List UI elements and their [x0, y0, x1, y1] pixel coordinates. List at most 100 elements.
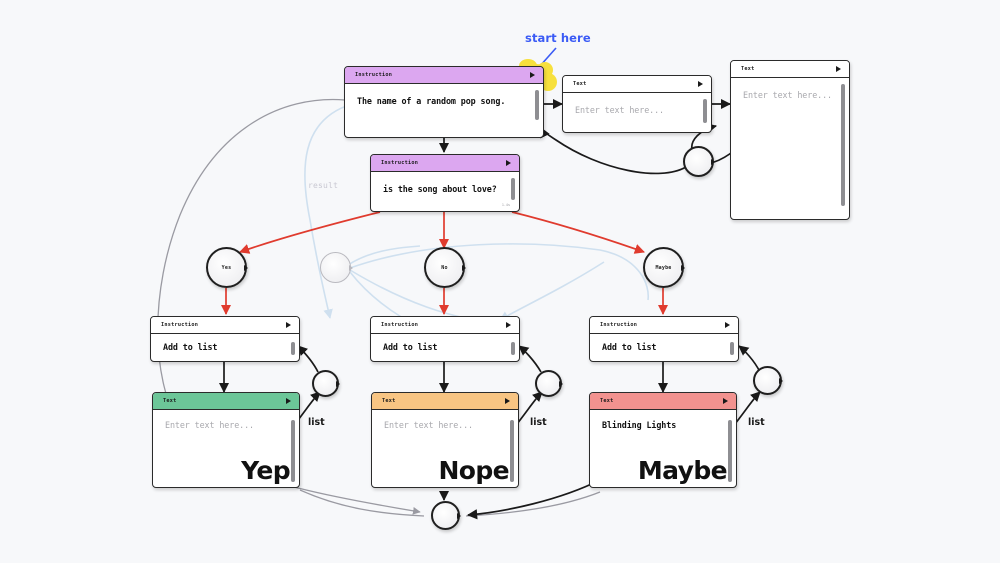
- node-instruction-add-yes[interactable]: Instruction Add to list: [150, 316, 300, 362]
- node-content: Blinding Lights: [602, 420, 677, 430]
- circle-node-bottom[interactable]: [431, 501, 461, 530]
- node-body[interactable]: is the song about love? 1.4s: [371, 172, 519, 210]
- circle-node-loop[interactable]: [683, 146, 715, 177]
- node-text-tall-right[interactable]: Text Enter text here...: [730, 60, 850, 220]
- node-type-label: Instruction: [161, 322, 199, 328]
- run-icon[interactable]: [286, 398, 291, 404]
- node-header[interactable]: Instruction: [590, 317, 738, 334]
- scrollbar[interactable]: [291, 420, 295, 482]
- scrollbar[interactable]: [730, 342, 734, 355]
- node-header[interactable]: Text: [590, 393, 736, 410]
- node-header[interactable]: Instruction: [151, 317, 299, 334]
- run-icon[interactable]: [506, 160, 511, 166]
- run-icon[interactable]: [723, 398, 728, 404]
- node-type-label: Instruction: [381, 322, 419, 328]
- node-instruction-song[interactable]: Instruction The name of a random pop son…: [344, 66, 544, 138]
- output-port-icon[interactable]: [779, 377, 783, 384]
- node-header[interactable]: Text: [153, 393, 299, 410]
- circle-node-yes[interactable]: Yes: [206, 247, 248, 288]
- node-header[interactable]: Text: [731, 61, 849, 78]
- run-icon[interactable]: [725, 322, 730, 328]
- circle-label: Maybe: [655, 264, 672, 271]
- node-body[interactable]: Add to list: [590, 334, 738, 360]
- output-port-icon[interactable]: [711, 158, 715, 165]
- circle-node-maybe[interactable]: Maybe: [643, 247, 685, 288]
- run-icon[interactable]: [698, 81, 703, 87]
- annotation-list-maybe: list: [748, 417, 765, 428]
- node-type-label: Text: [163, 398, 177, 404]
- node-instruction-add-no[interactable]: Instruction Add to list: [370, 316, 520, 362]
- node-timing-label: 1.4s: [501, 203, 510, 207]
- node-body[interactable]: The name of a random pop song.: [345, 84, 543, 136]
- node-header[interactable]: Instruction: [371, 317, 519, 334]
- circle-label: No: [441, 264, 448, 271]
- output-port-icon[interactable]: [559, 380, 563, 387]
- output-port-icon[interactable]: [457, 512, 461, 519]
- node-body[interactable]: Enter text here...: [563, 93, 711, 131]
- node-instruction-love[interactable]: Instruction is the song about love? 1.4s: [370, 154, 520, 212]
- run-icon[interactable]: [836, 66, 841, 72]
- text-placeholder[interactable]: Enter text here...: [575, 105, 697, 115]
- scrollbar[interactable]: [291, 342, 295, 355]
- scrollbar[interactable]: [511, 342, 515, 355]
- scrollbar[interactable]: [841, 84, 845, 206]
- node-body[interactable]: Blinding Lights Maybe: [590, 410, 736, 486]
- node-text-song-output[interactable]: Text Enter text here...: [562, 75, 712, 133]
- node-type-label: Instruction: [355, 72, 393, 78]
- circle-node-join-no[interactable]: [535, 370, 563, 397]
- node-body[interactable]: Add to list: [151, 334, 299, 360]
- node-body[interactable]: Enter text here... Yep: [153, 410, 299, 486]
- node-type-label: Text: [600, 398, 614, 404]
- circle-node-mid[interactable]: [320, 252, 353, 283]
- node-content: Add to list: [383, 342, 438, 352]
- scrollbar[interactable]: [535, 90, 539, 120]
- annotation-list-no: list: [530, 417, 547, 428]
- node-header[interactable]: Text: [563, 76, 711, 93]
- result-label-nope: Nope: [438, 456, 509, 485]
- annotation-result: result: [308, 181, 339, 190]
- run-icon[interactable]: [505, 398, 510, 404]
- node-type-label: Instruction: [600, 322, 638, 328]
- node-type-label: Text: [573, 81, 587, 87]
- node-body[interactable]: Enter text here...: [731, 78, 849, 218]
- node-type-label: Text: [382, 398, 396, 404]
- node-type-label: Instruction: [381, 160, 419, 166]
- node-header[interactable]: Text: [372, 393, 518, 410]
- scrollbar[interactable]: [511, 178, 515, 200]
- output-port-icon[interactable]: [244, 264, 248, 271]
- node-text-nope[interactable]: Text Enter text here... Nope: [371, 392, 519, 488]
- output-port-icon[interactable]: [349, 264, 353, 271]
- node-content: Add to list: [163, 342, 218, 352]
- node-body[interactable]: Enter text here... Nope: [372, 410, 518, 486]
- node-text-yep[interactable]: Text Enter text here... Yep: [152, 392, 300, 488]
- node-type-label: Text: [741, 66, 755, 72]
- node-header[interactable]: Instruction: [371, 155, 519, 172]
- scrollbar[interactable]: [510, 420, 514, 482]
- output-port-icon[interactable]: [336, 380, 340, 387]
- circle-label: Yes: [221, 264, 232, 271]
- run-icon[interactable]: [506, 322, 511, 328]
- run-icon[interactable]: [530, 72, 535, 78]
- circle-node-no[interactable]: No: [424, 247, 466, 288]
- circle-node-join-maybe[interactable]: [753, 366, 783, 395]
- result-label-maybe: Maybe: [637, 456, 728, 485]
- text-placeholder[interactable]: Enter text here...: [384, 420, 504, 430]
- scrollbar[interactable]: [703, 99, 707, 123]
- annotation-start-here: start here: [525, 31, 591, 45]
- node-text-maybe[interactable]: Text Blinding Lights Maybe: [589, 392, 737, 488]
- text-placeholder[interactable]: Enter text here...: [743, 90, 835, 100]
- text-placeholder[interactable]: Enter text here...: [165, 420, 285, 430]
- output-port-icon[interactable]: [681, 264, 685, 271]
- scrollbar[interactable]: [728, 420, 732, 482]
- node-body[interactable]: Add to list: [371, 334, 519, 360]
- output-port-icon[interactable]: [462, 264, 466, 271]
- node-content: The name of a random pop song.: [357, 96, 506, 106]
- node-header[interactable]: Instruction: [345, 67, 543, 84]
- node-content: Add to list: [602, 342, 657, 352]
- result-label-yep: Yep: [241, 456, 290, 485]
- run-icon[interactable]: [286, 322, 291, 328]
- flow-canvas[interactable]: Instruction The name of a random pop son…: [0, 0, 1000, 563]
- annotation-list-yes: list: [308, 417, 325, 428]
- circle-node-join-yes[interactable]: [312, 370, 340, 397]
- node-instruction-add-maybe[interactable]: Instruction Add to list: [589, 316, 739, 362]
